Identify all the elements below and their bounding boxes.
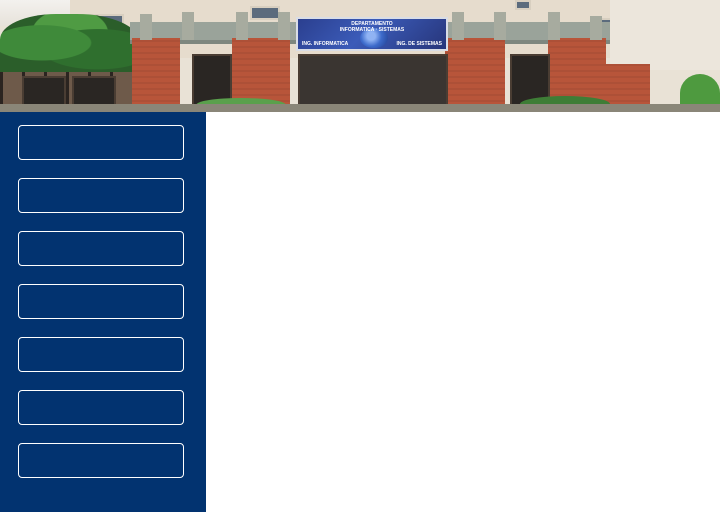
sidebar-button-6[interactable] <box>18 390 184 425</box>
sidebar-button-4[interactable] <box>18 284 184 319</box>
photo-trees <box>0 14 140 78</box>
sidebar-button-7[interactable] <box>18 443 184 478</box>
sidebar-navigation <box>0 112 206 512</box>
sidebar-button-2[interactable] <box>18 178 184 213</box>
photo-right-tower <box>610 0 720 70</box>
sidebar-button-5[interactable] <box>18 337 184 372</box>
sidebar-button-1[interactable] <box>18 125 184 160</box>
sidebar-button-3[interactable] <box>18 231 184 266</box>
banner-line-2: INFORMATICA · SISTEMAS <box>339 27 405 33</box>
photo-ground <box>0 104 720 112</box>
department-banner: DEPARTAMENTO INFORMATICA · SISTEMAS ING.… <box>296 17 448 51</box>
main-content-area <box>206 112 720 512</box>
header-building-photo: DEPARTAMENTO INFORMATICA · SISTEMAS ING.… <box>0 0 720 112</box>
banner-left-caption: ING. INFORMATICA <box>302 41 349 47</box>
banner-right-caption: ING. DE SISTEMAS <box>396 41 442 47</box>
